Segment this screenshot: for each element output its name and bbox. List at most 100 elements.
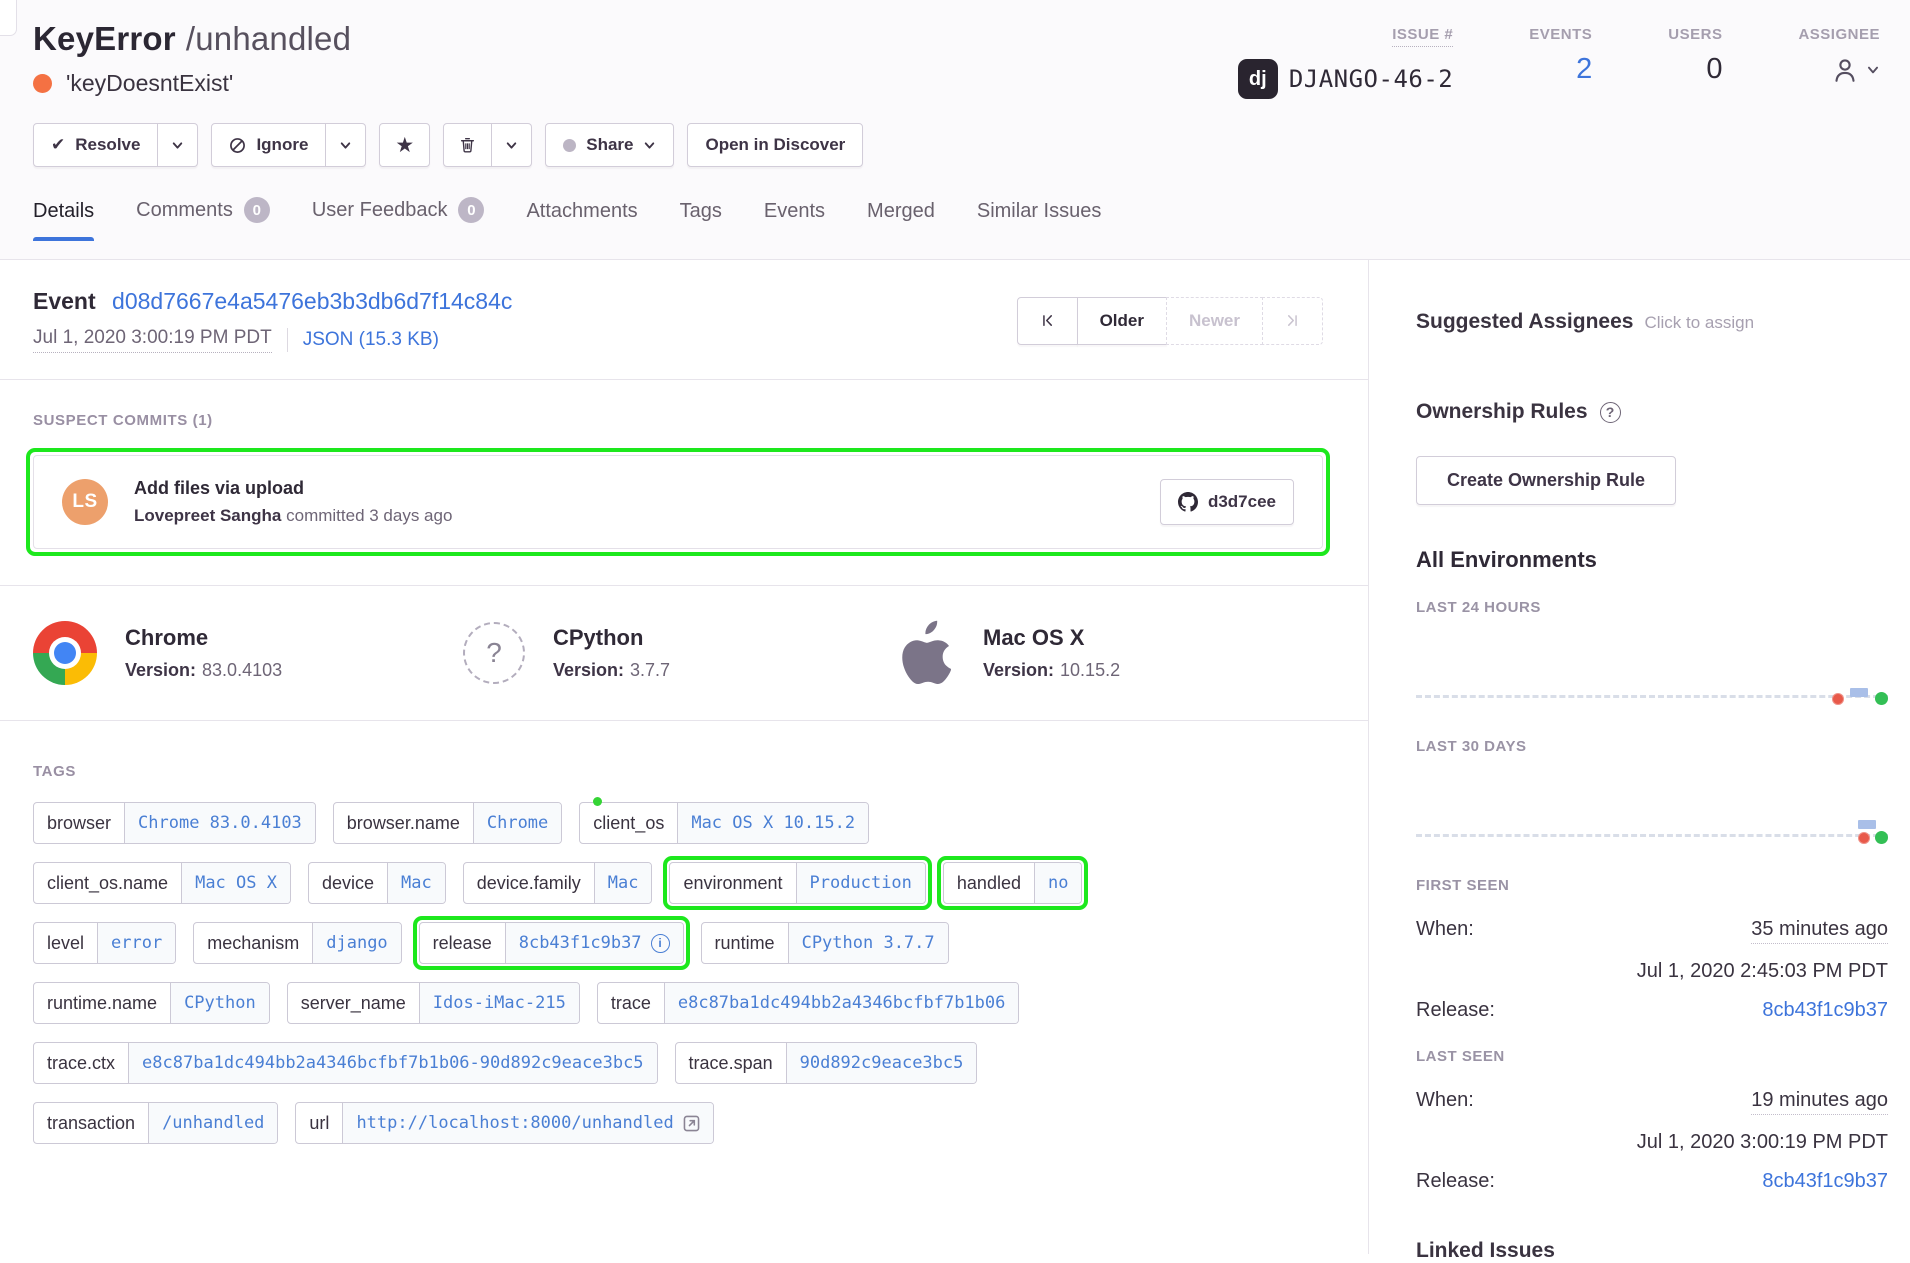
oldest-event-button[interactable]: [1017, 297, 1078, 345]
tag-value-link[interactable]: Mac: [594, 863, 652, 903]
release-label: Release:: [1416, 1170, 1495, 1193]
context-os: Mac OS X Version:10.15.2: [893, 618, 1323, 688]
open-in-discover-button[interactable]: Open in Discover: [687, 123, 863, 167]
tab-comments[interactable]: Comments0: [136, 197, 270, 240]
tag-runtime: runtimeCPython 3.7.7: [701, 922, 949, 964]
linked-issues-title: Linked Issues: [1416, 1239, 1888, 1263]
tag-row: trace.ctxe8c87ba1dc494bb2a4346bcfbf7b1b0…: [33, 1042, 1323, 1084]
newer-event-button[interactable]: Newer: [1166, 297, 1263, 345]
chrome-icon: [33, 621, 97, 685]
tag-browser.name: browser.nameChrome: [333, 802, 562, 844]
commit-sha-button[interactable]: d3d7cee: [1160, 479, 1294, 525]
tag-row: transaction/unhandledurlhttp://localhost…: [33, 1102, 1323, 1144]
action-toolbar: ✔Resolve Ignore ★ Share Ope: [33, 123, 1880, 167]
tag-row: levelerrormechanismdjangorelease8cb43f1c…: [33, 922, 1323, 964]
assignee-label: ASSIGNEE: [1798, 26, 1880, 43]
tag-value-link[interactable]: django: [312, 923, 400, 963]
events-count[interactable]: 2: [1576, 55, 1592, 84]
tag-browser: browserChrome 83.0.4103: [33, 802, 316, 844]
delete-button[interactable]: [443, 123, 492, 167]
tab-events[interactable]: Events: [764, 200, 825, 240]
tag-environment: environmentProduction: [669, 862, 925, 904]
event-label: Event: [33, 288, 96, 314]
tag-value-link[interactable]: error: [97, 923, 175, 963]
annotation-highlight-box: LS Add files via upload Lovepreet Sangha…: [33, 455, 1323, 549]
tag-trace.span: trace.span90d892c9eace3bc5: [675, 1042, 978, 1084]
first-seen-release-link[interactable]: 8cb43f1c9b37: [1762, 999, 1888, 1022]
help-question-icon[interactable]: ?: [1600, 402, 1621, 423]
tag-client_os: client_osMac OS X 10.15.2: [579, 802, 869, 844]
delete-dropdown-button[interactable]: [492, 123, 532, 167]
tag-value-link[interactable]: Mac OS X 10.15.2: [677, 803, 868, 843]
tag-value-link[interactable]: Chrome: [473, 803, 561, 843]
info-icon[interactable]: i: [651, 934, 670, 953]
ignore-button[interactable]: Ignore: [211, 123, 326, 167]
tag-server_name: server_nameIdos-iMac-215: [287, 982, 580, 1024]
main-column: Event d08d7667e4a5476eb3b3db6d7f14c84c J…: [0, 260, 1368, 1254]
check-icon: ✔: [51, 135, 65, 155]
comments-count-badge: 0: [244, 197, 270, 223]
tag-row: runtime.nameCPythonserver_nameIdos-iMac-…: [33, 982, 1323, 1024]
issue-detail-page: KeyError/unhandled 'keyDoesntExist' ISSU…: [0, 0, 1910, 1254]
context-name: Chrome: [125, 625, 282, 651]
tab-merged[interactable]: Merged: [867, 200, 935, 240]
error-level-dot: [33, 74, 52, 93]
last-page-icon: [1285, 313, 1300, 328]
tag-value-link[interactable]: Mac OS X: [181, 863, 290, 903]
red-marker-dot: [1832, 693, 1844, 705]
tab-attachments[interactable]: Attachments: [526, 200, 637, 240]
event-id-link[interactable]: d08d7667e4a5476eb3b3db6d7f14c84c: [112, 288, 512, 314]
green-marker-dot: [1875, 692, 1888, 705]
blue-bar-marker: [1858, 820, 1876, 829]
tag-value-link[interactable]: CPython: [170, 983, 269, 1023]
context-runtime: ? CPython Version:3.7.7: [463, 622, 893, 684]
issue-short-id[interactable]: DJANGO-46-2: [1289, 67, 1453, 91]
ignore-dropdown-button[interactable]: [326, 123, 366, 167]
resolve-dropdown-button[interactable]: [158, 123, 198, 167]
tag-handled: handledno: [943, 862, 1083, 904]
tag-value-link[interactable]: http://localhost:8000/unhandled: [342, 1103, 712, 1143]
assignee-dropdown[interactable]: [1830, 55, 1880, 85]
tag-value-link[interactable]: Mac: [387, 863, 445, 903]
share-button[interactable]: Share: [545, 123, 674, 167]
tag-value-link[interactable]: Chrome 83.0.4103: [124, 803, 315, 843]
tab-user-feedback[interactable]: User Feedback0: [312, 197, 485, 240]
last-seen-release-link[interactable]: 8cb43f1c9b37: [1762, 1170, 1888, 1193]
chevron-down-icon: [1866, 63, 1880, 77]
tag-key: browser.name: [334, 803, 473, 843]
tag-key: client_os.name: [34, 863, 181, 903]
tag-key: client_os: [580, 803, 677, 843]
tag-key: runtime: [702, 923, 788, 963]
tab-details[interactable]: Details: [33, 200, 94, 240]
tag-value-link[interactable]: 8cb43f1c9b37i: [505, 923, 683, 963]
tab-tags[interactable]: Tags: [680, 200, 722, 240]
users-count[interactable]: 0: [1706, 55, 1722, 84]
latest-event-button[interactable]: [1262, 297, 1323, 345]
tag-value-link[interactable]: e8c87ba1dc494bb2a4346bcfbf7b1b06: [664, 983, 1019, 1023]
last-seen-date: Jul 1, 2020 3:00:19 PM PDT: [1416, 1131, 1888, 1154]
create-ownership-rule-button[interactable]: Create Ownership Rule: [1416, 456, 1676, 505]
tag-value-link[interactable]: e8c87ba1dc494bb2a4346bcfbf7b1b06-90d892c…: [128, 1043, 657, 1083]
commit-row: LS Add files via upload Lovepreet Sangha…: [33, 455, 1323, 549]
resolve-button[interactable]: ✔Resolve: [33, 123, 158, 167]
ban-icon: [229, 137, 246, 154]
tag-transaction: transaction/unhandled: [33, 1102, 278, 1144]
sparkline-baseline: [1416, 834, 1888, 837]
older-event-button[interactable]: Older: [1077, 297, 1167, 345]
tag-value-link[interactable]: Production: [796, 863, 925, 903]
tag-value-link[interactable]: 90d892c9eace3bc5: [786, 1043, 977, 1083]
tag-value-link[interactable]: no: [1034, 863, 1081, 903]
commit-time: committed 3 days ago: [286, 506, 452, 525]
suggested-assignees-title: Suggested Assignees: [1416, 310, 1633, 334]
tag-value-link[interactable]: /unhandled: [148, 1103, 277, 1143]
tag-value-link[interactable]: Idos-iMac-215: [419, 983, 579, 1023]
bookmark-star-button[interactable]: ★: [379, 123, 430, 167]
events-label: EVENTS: [1529, 26, 1592, 43]
issue-tabs: Details Comments0 User Feedback0 Attachm…: [33, 197, 1880, 240]
tag-value-link[interactable]: CPython 3.7.7: [788, 923, 948, 963]
tag-key: device: [309, 863, 387, 903]
click-to-assign-hint: Click to assign: [1644, 313, 1754, 333]
event-json-link[interactable]: JSON (15.3 KB): [303, 329, 439, 351]
ownership-rules-block: Ownership Rules ?: [1416, 400, 1888, 424]
tab-similar-issues[interactable]: Similar Issues: [977, 200, 1101, 240]
